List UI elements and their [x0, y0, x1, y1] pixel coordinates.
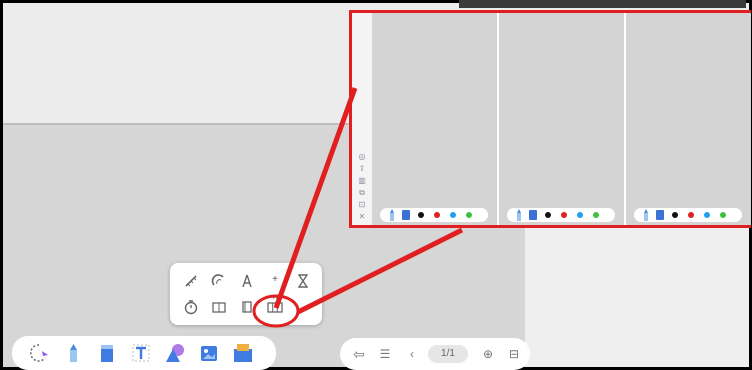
blue-color-dot [704, 212, 710, 218]
preview-sidebar: ◎ ⇪ ▥ ⧉ ⊡ ✕ [352, 13, 372, 225]
pages-overview-icon[interactable]: ⊟ [506, 345, 522, 363]
green-color-dot [720, 212, 726, 218]
split-panel [626, 13, 751, 225]
timer-icon[interactable] [182, 299, 200, 317]
red-color-dot [688, 212, 694, 218]
trash-icon: ▥ [358, 176, 366, 185]
bottom-toolbar [12, 336, 276, 370]
protractor-icon[interactable] [210, 273, 228, 291]
highlighter-icon [656, 210, 664, 220]
black-color-dot [545, 212, 551, 218]
green-color-dot [466, 212, 472, 218]
split-screen-icon[interactable] [266, 299, 284, 317]
highlighter-icon[interactable] [96, 342, 118, 364]
lasso-icon[interactable] [28, 342, 50, 364]
black-color-dot [418, 212, 424, 218]
prev-page-icon[interactable]: ‹ [404, 345, 420, 363]
pen-icon [390, 209, 394, 221]
compass-icon[interactable] [238, 273, 256, 291]
mini-toolbar [507, 208, 615, 222]
ruler-icon[interactable] [182, 273, 200, 291]
pen-icon[interactable] [62, 342, 84, 364]
split-screen-preview: ◎ ⇪ ▥ ⧉ ⊡ ✕ [349, 10, 751, 228]
calculator-icon[interactable]: + × [266, 271, 284, 303]
red-color-dot [434, 212, 440, 218]
tools-popup: + × [170, 263, 322, 325]
export-icon: ⊡ [358, 200, 366, 209]
split-panel [499, 13, 626, 225]
add-page-icon[interactable]: ⊕ [480, 345, 496, 363]
close-icon: ✕ [358, 212, 366, 221]
red-color-dot [561, 212, 567, 218]
image-icon[interactable] [198, 342, 220, 364]
highlighter-icon [529, 210, 537, 220]
notes-icon[interactable]: ☰ [376, 345, 394, 363]
blue-color-dot [577, 212, 583, 218]
copy-icon: ⧉ [359, 188, 365, 197]
page-nav: ⇦ ☰ ‹ 1/1 ⊕ ⊟ [340, 338, 530, 370]
shapes-icon[interactable] [164, 342, 186, 364]
text-icon[interactable] [130, 342, 152, 364]
highlighter-icon [402, 210, 410, 220]
pen-icon [517, 209, 521, 221]
dark-band [459, 0, 746, 8]
undo-icon[interactable]: ⇦ [350, 345, 368, 363]
page-indicator: 1/1 [428, 345, 468, 363]
scoreboard-icon[interactable] [210, 299, 228, 317]
split-panel [372, 13, 499, 225]
share-icon: ⇪ [358, 164, 366, 173]
mini-toolbar [380, 208, 488, 222]
book-icon[interactable] [238, 299, 256, 317]
green-color-dot [593, 212, 599, 218]
mini-toolbar [634, 208, 742, 222]
more-tools-icon[interactable] [232, 342, 254, 364]
blue-color-dot [450, 212, 456, 218]
black-color-dot [672, 212, 678, 218]
pen-icon [644, 209, 648, 221]
target-icon: ◎ [358, 152, 366, 161]
hourglass-icon[interactable] [294, 273, 312, 291]
